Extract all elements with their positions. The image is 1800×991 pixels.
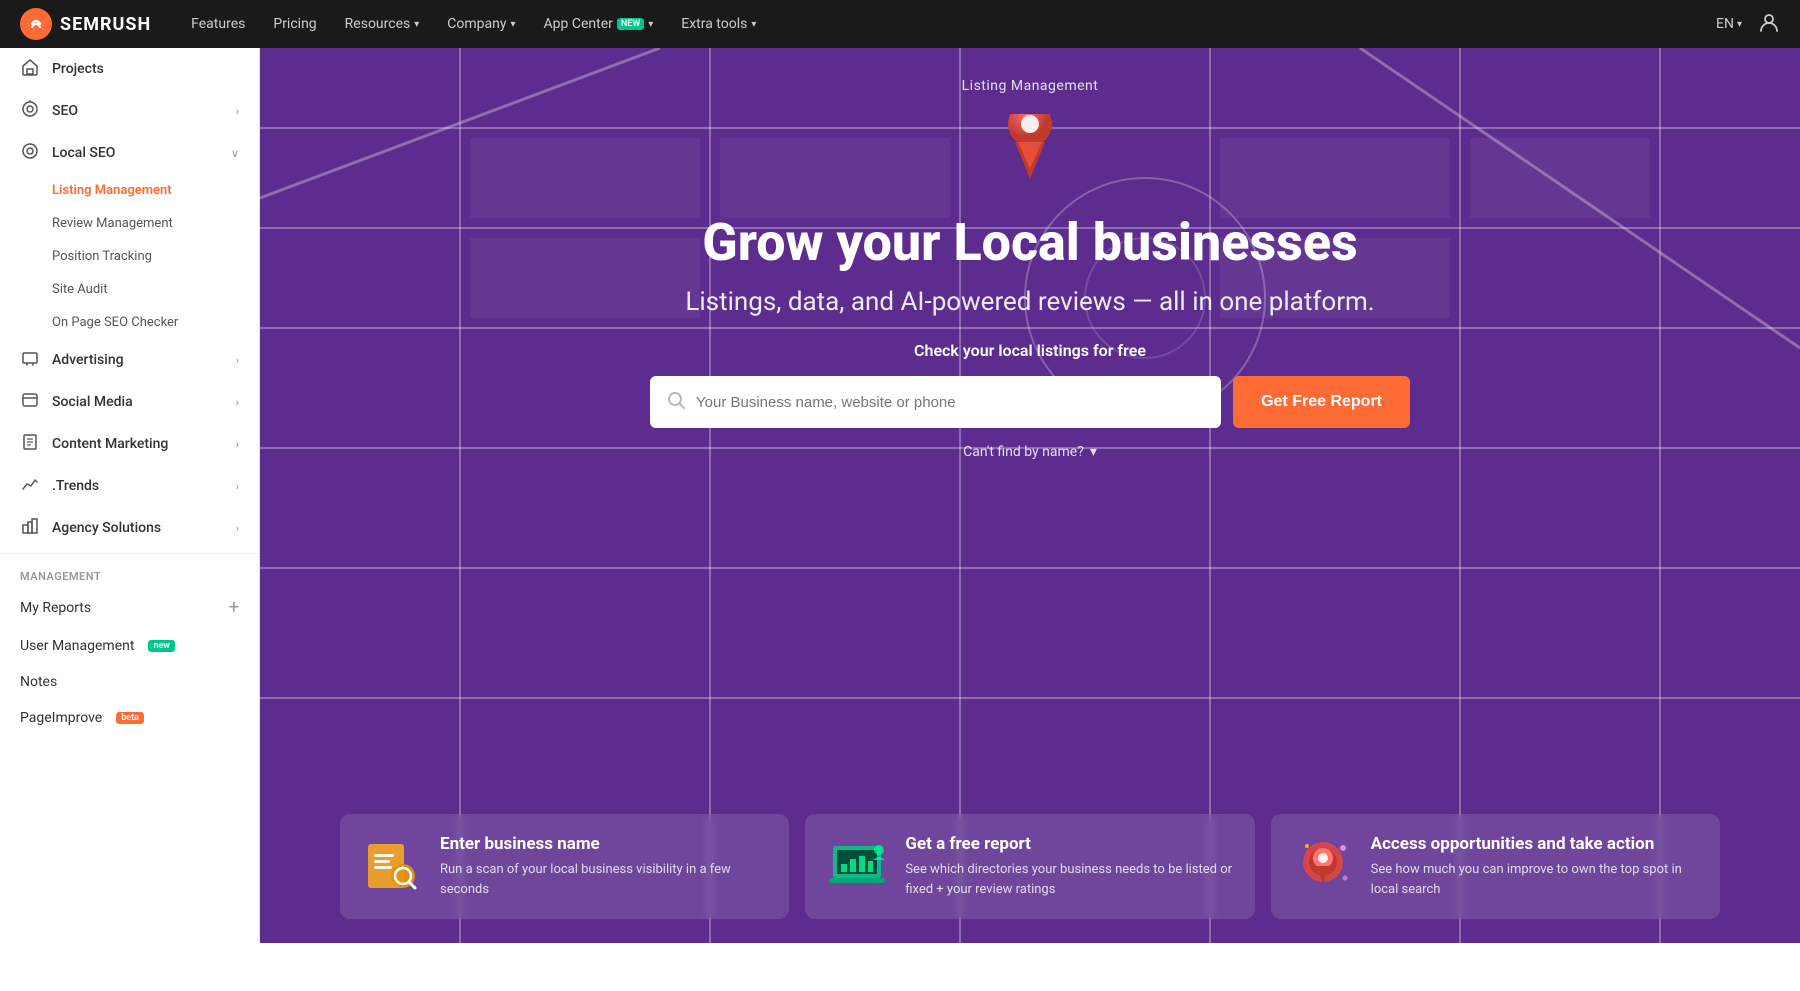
social-media-icon xyxy=(20,391,40,413)
chevron-right-icon: › xyxy=(236,522,239,535)
chevron-down-icon: ▾ xyxy=(751,19,756,30)
nav-app-center[interactable]: App Center NEW ▾ xyxy=(544,16,654,32)
advertising-icon xyxy=(20,349,40,371)
sidebar-item-content-marketing[interactable]: Content Marketing › xyxy=(0,423,259,465)
sidebar-item-my-reports[interactable]: My Reports + xyxy=(0,587,259,628)
logo-icon xyxy=(20,8,52,40)
sidebar-sub-site-audit[interactable]: Site Audit xyxy=(0,273,259,306)
chevron-down-icon: ▾ xyxy=(1090,444,1097,460)
nav-pricing[interactable]: Pricing xyxy=(273,16,316,32)
sidebar-item-local-seo[interactable]: Local SEO ∨ xyxy=(0,132,259,174)
sidebar-item-label: Local SEO xyxy=(52,145,115,161)
search-input-wrap[interactable] xyxy=(650,376,1221,428)
map-pin xyxy=(1000,114,1060,198)
feature-cards: Enter business name Run a scan of your l… xyxy=(260,814,1800,943)
feature-card-3-content: Access opportunities and take action See… xyxy=(1371,834,1700,899)
sidebar-item-trends[interactable]: .Trends › xyxy=(0,465,259,507)
sidebar-item-projects[interactable]: Projects xyxy=(0,48,259,90)
sidebar: Projects SEO › Local SEO xyxy=(0,48,260,943)
content-marketing-icon xyxy=(20,433,40,455)
search-row: Get Free Report xyxy=(650,376,1410,428)
sidebar-item-seo[interactable]: SEO › xyxy=(0,90,259,132)
sidebar-item-label: Content Marketing xyxy=(52,436,168,452)
nav-resources[interactable]: Resources ▾ xyxy=(345,16,420,32)
chevron-right-icon: › xyxy=(236,438,239,451)
sidebar-item-social-media[interactable]: Social Media › xyxy=(0,381,259,423)
chevron-down-icon: ▾ xyxy=(414,19,419,30)
feature-card-2-desc: See which directories your business need… xyxy=(905,860,1234,899)
feature-icon-enter-business xyxy=(360,834,424,898)
hero-subtitle: Listings, data, and AI-powered reviews —… xyxy=(685,287,1374,317)
feature-card-enter-business: Enter business name Run a scan of your l… xyxy=(340,814,789,919)
feature-card-3-desc: See how much you can improve to own the … xyxy=(1371,860,1700,899)
top-navigation: SEMRUSH Features Pricing Resources ▾ Com… xyxy=(0,0,1800,48)
home-icon xyxy=(20,58,40,80)
feature-card-1-desc: Run a scan of your local business visibi… xyxy=(440,860,769,899)
sidebar-item-agency-solutions[interactable]: Agency Solutions › xyxy=(0,507,259,549)
agency-icon xyxy=(20,517,40,539)
chevron-down-icon: ▾ xyxy=(511,19,516,30)
sidebar-item-notes[interactable]: Notes xyxy=(0,664,259,700)
chevron-right-icon: › xyxy=(236,354,239,367)
feature-card-2-title: Get a free report xyxy=(905,834,1234,854)
sidebar-item-label: SEO xyxy=(52,103,78,119)
main-content: Listing Management Grow your Lo xyxy=(260,48,1800,943)
new-badge: NEW xyxy=(617,18,644,30)
search-icon xyxy=(666,390,686,415)
cant-find-link[interactable]: Can't find by name? ▾ xyxy=(963,444,1097,460)
sidebar-item-user-management[interactable]: User Management new xyxy=(0,628,259,664)
language-selector[interactable]: EN ▾ xyxy=(1716,16,1742,32)
feature-card-2-content: Get a free report See which directories … xyxy=(905,834,1234,899)
chevron-right-icon: › xyxy=(236,480,239,493)
search-input[interactable] xyxy=(696,376,1205,428)
nav-company[interactable]: Company ▾ xyxy=(447,16,515,32)
sidebar-sub-position-tracking[interactable]: Position Tracking xyxy=(0,240,259,273)
sidebar-item-label: .Trends xyxy=(52,478,99,494)
local-seo-icon xyxy=(20,142,40,164)
sidebar-item-label: Agency Solutions xyxy=(52,520,161,536)
sidebar-item-advertising[interactable]: Advertising › xyxy=(0,339,259,381)
feature-card-3-title: Access opportunities and take action xyxy=(1371,834,1700,854)
chevron-down-icon: ∨ xyxy=(231,147,239,160)
chevron-down-icon: ▾ xyxy=(1737,19,1742,30)
sidebar-item-label: Projects xyxy=(52,61,104,77)
feature-card-access-opportunities: Access opportunities and take action See… xyxy=(1271,814,1720,919)
feature-card-1-content: Enter business name Run a scan of your l… xyxy=(440,834,769,899)
get-report-button[interactable]: Get Free Report xyxy=(1233,376,1410,428)
sidebar-item-pageimprove[interactable]: PageImprove beta xyxy=(0,700,259,736)
main-layout: Projects SEO › Local SEO xyxy=(0,48,1800,943)
logo-text: SEMRUSH xyxy=(60,14,151,35)
sidebar-sub-listing-management[interactable]: Listing Management xyxy=(0,174,259,207)
feature-card-1-title: Enter business name xyxy=(440,834,769,854)
feature-icon-access-opportunities xyxy=(1291,834,1355,898)
hero-label: Listing Management xyxy=(962,78,1099,94)
nav-right-area: EN ▾ xyxy=(1716,11,1780,38)
seo-icon xyxy=(20,100,40,122)
management-section-label: MANAGEMENT xyxy=(0,558,259,587)
sidebar-divider xyxy=(0,553,259,554)
hero-section: Listing Management Grow your Lo xyxy=(260,48,1800,460)
feature-card-get-report: Get a free report See which directories … xyxy=(805,814,1254,919)
nav-extra-tools[interactable]: Extra tools ▾ xyxy=(681,16,756,32)
hero-cta-label: Check your local listings for free xyxy=(914,341,1146,360)
hero-title: Grow your Local businesses xyxy=(702,214,1357,271)
nav-features[interactable]: Features xyxy=(191,16,245,32)
user-menu[interactable] xyxy=(1758,11,1780,38)
chevron-right-icon: › xyxy=(236,396,239,409)
beta-badge: beta xyxy=(116,712,144,724)
chevron-right-icon: › xyxy=(236,105,239,118)
new-badge: new xyxy=(148,640,175,652)
feature-icon-get-report xyxy=(825,834,889,898)
sidebar-sub-on-page-seo[interactable]: On Page SEO Checker xyxy=(0,306,259,339)
sidebar-sub-review-management[interactable]: Review Management xyxy=(0,207,259,240)
logo[interactable]: SEMRUSH xyxy=(20,8,151,40)
chevron-down-icon: ▾ xyxy=(648,19,653,30)
plus-icon[interactable]: + xyxy=(229,597,239,618)
sidebar-item-label: Social Media xyxy=(52,394,133,410)
sidebar-item-label: Advertising xyxy=(52,352,124,368)
trends-icon xyxy=(20,475,40,497)
